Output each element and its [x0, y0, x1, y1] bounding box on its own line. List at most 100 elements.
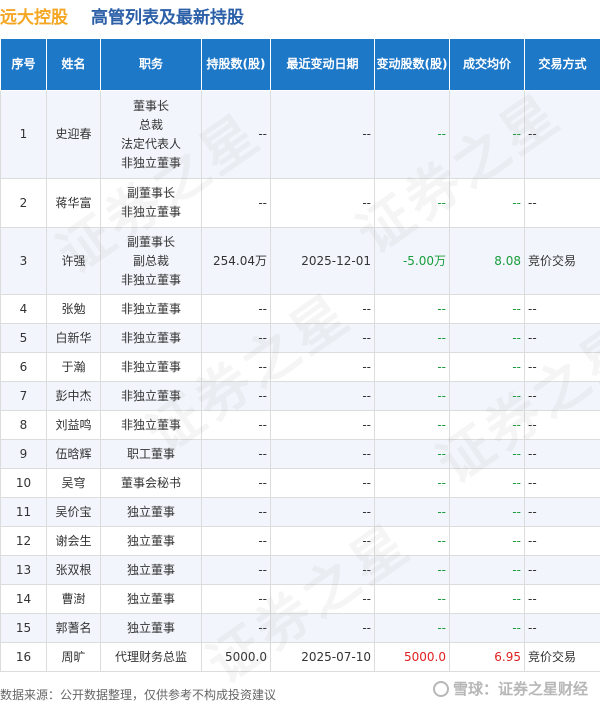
cell-change: --	[374, 381, 450, 411]
cell-shares: --	[201, 410, 271, 440]
role-line: 副董事长	[126, 234, 175, 249]
role-line: 独立董事	[126, 504, 175, 519]
cell-role: 非独立董事	[100, 381, 202, 411]
table-row: 14 曹澍 独立董事 -- -- -- -- --	[0, 584, 600, 614]
cell-role: 独立董事	[100, 613, 202, 643]
header-change: 变动股数(股)	[374, 38, 450, 91]
table-row: 3 许强 副董事长 副总裁 非独立董事 254.04万 2025-12-01 -5.00万 8.…	[0, 227, 600, 295]
cell-role: 董事长 总裁 法定代表人 非独立董事	[100, 90, 202, 179]
cell-method: --	[524, 584, 600, 614]
header-no: 序号	[0, 38, 47, 91]
cell-change: --	[374, 90, 450, 179]
cell-method: --	[524, 410, 600, 440]
cell-no: 7	[0, 381, 47, 411]
cell-date: --	[270, 613, 375, 643]
table-row: 1 史迎春 董事长 总裁 法定代表人 非独立董事 -- -- -- -- --	[0, 90, 600, 179]
cell-method: --	[524, 439, 600, 469]
cell-price: --	[449, 497, 525, 527]
table-row: 11 吴价宝 独立董事 -- -- -- -- --	[0, 497, 600, 527]
cell-price: --	[449, 90, 525, 179]
cell-method: --	[524, 294, 600, 324]
cell-name: 吴价宝	[46, 497, 101, 527]
cell-price: --	[449, 613, 525, 643]
cell-price: --	[449, 178, 525, 228]
role-line: 非独立董事	[120, 417, 181, 432]
cell-change: --	[374, 555, 450, 585]
role-line: 非独立董事	[120, 155, 181, 170]
role-line: 非独立董事	[120, 301, 181, 316]
role-line: 非独立董事	[120, 330, 181, 345]
role-line: 代理财务总监	[114, 649, 187, 664]
cell-name: 张双根	[46, 555, 101, 585]
role-line: 副董事长	[126, 186, 175, 200]
page-title: 高管列表及最新持股	[91, 8, 244, 28]
cell-shares: --	[201, 555, 271, 585]
table-row: 10 吴穹 董事会秘书 -- -- -- -- --	[0, 468, 600, 498]
table-row: 12 谢会生 独立董事 -- -- -- -- --	[0, 526, 600, 556]
cell-change: --	[374, 352, 450, 382]
cell-date: --	[270, 584, 375, 614]
cell-price: --	[449, 381, 525, 411]
cell-no: 9	[0, 439, 47, 469]
cell-role: 独立董事	[100, 497, 202, 527]
cell-no: 15	[0, 613, 47, 643]
table-row: 7 彭中杰 非独立董事 -- -- -- -- --	[0, 381, 600, 411]
header-row: 序号 姓名 职务 持股数(股) 最近变动日期 变动股数(股) 成交均价 交易方式	[0, 38, 600, 91]
cell-date: --	[270, 410, 375, 440]
cell-price: --	[449, 294, 525, 324]
cell-shares: --	[201, 439, 271, 469]
cell-change: --	[374, 323, 450, 353]
role-line: 独立董事	[126, 620, 175, 635]
table-row: 9 伍晗辉 职工董事 -- -- -- -- --	[0, 439, 600, 469]
cell-shares: --	[201, 584, 271, 614]
role-line: 职工董事	[126, 446, 175, 461]
table-row: 15 郭蓍名 独立董事 -- -- -- -- --	[0, 613, 600, 643]
cell-role: 独立董事	[100, 584, 202, 614]
brand-text: 雪球：证券之星财经	[452, 680, 588, 698]
cell-method: --	[524, 323, 600, 353]
cell-name: 许强	[46, 227, 101, 295]
role-line: 独立董事	[126, 591, 175, 606]
cell-shares: --	[201, 497, 271, 527]
cell-method: --	[524, 381, 600, 411]
table-row: 4 张勉 非独立董事 -- -- -- -- --	[0, 294, 600, 324]
table-row: 2 蒋华富 副董事长 非独立董事 -- -- -- -- --	[0, 178, 600, 228]
role-line: 非独立董事	[120, 388, 181, 403]
cell-no: 5	[0, 323, 47, 353]
cell-role: 非独立董事	[100, 294, 202, 324]
cell-shares: --	[201, 90, 271, 179]
header-price: 成交均价	[449, 38, 525, 91]
role-line: 董事长	[132, 98, 169, 113]
cell-method: --	[524, 497, 600, 527]
cell-no: 11	[0, 497, 47, 527]
table-row: 6 于瀚 非独立董事 -- -- -- -- --	[0, 352, 600, 382]
role-line: 非独立董事	[120, 272, 181, 287]
role-line: 副总裁	[132, 253, 169, 268]
cell-name: 于瀚	[46, 352, 101, 382]
cell-shares: --	[201, 468, 271, 498]
cell-method: --	[524, 613, 600, 643]
cell-shares: --	[201, 352, 271, 382]
cell-date: --	[270, 381, 375, 411]
cell-shares: --	[201, 526, 271, 556]
header-method: 交易方式	[524, 38, 600, 91]
cell-no: 6	[0, 352, 47, 382]
cell-date: --	[270, 497, 375, 527]
cell-method: --	[524, 90, 600, 179]
cell-price: --	[449, 555, 525, 585]
cell-date: --	[270, 468, 375, 498]
cell-no: 8	[0, 410, 47, 440]
cell-date: --	[270, 294, 375, 324]
header-shares: 持股数(股)	[201, 38, 271, 91]
cell-name: 彭中杰	[46, 381, 101, 411]
cell-price: --	[449, 323, 525, 353]
role-line: 法定代表人	[120, 136, 181, 151]
cell-price: --	[449, 526, 525, 556]
cell-method: 竞价交易	[524, 642, 600, 672]
cell-shares: 254.04万	[201, 227, 271, 295]
cell-change: --	[374, 439, 450, 469]
cell-no: 10	[0, 468, 47, 498]
cell-shares: 5000.0	[201, 642, 271, 672]
table-row: 8 刘益鸣 非独立董事 -- -- -- -- --	[0, 410, 600, 440]
cell-name: 吴穹	[46, 468, 101, 498]
